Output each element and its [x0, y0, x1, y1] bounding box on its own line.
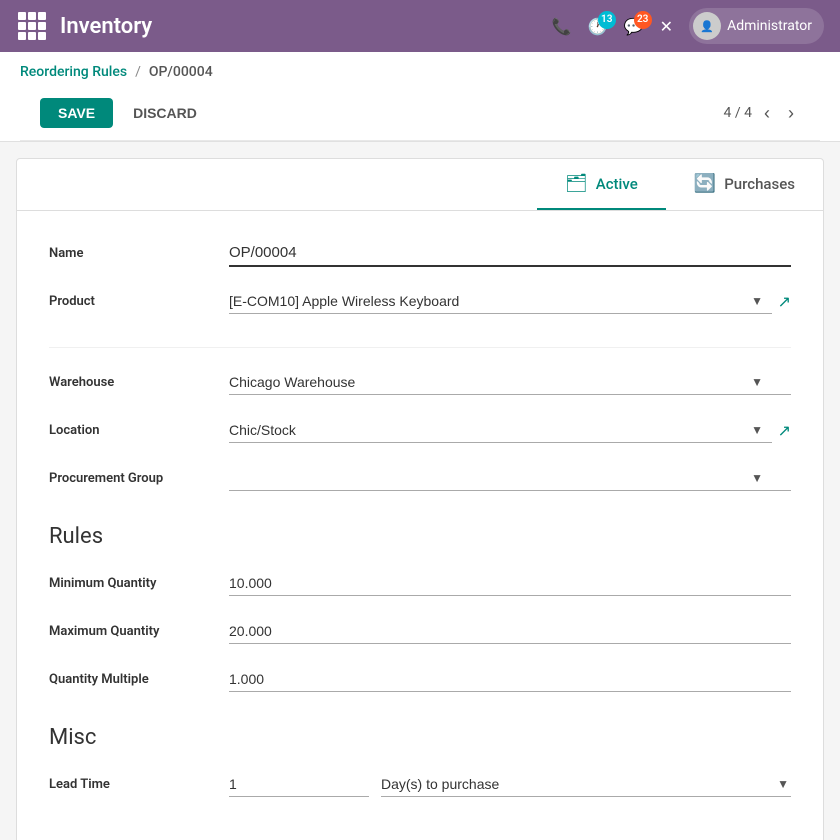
topbar-actions: 📞 🕐 13 💬 23 ✕ 👤 Administrator: [552, 8, 824, 44]
purchases-tab-label: Purchases: [724, 175, 795, 193]
procurement-select[interactable]: [229, 466, 791, 491]
max-qty-row: Maximum Quantity: [49, 613, 791, 649]
basic-section: Name Product [E-COM10] Apple Wireless Ke…: [49, 235, 791, 319]
grid-icon: [18, 12, 46, 40]
lead-time-unit-select[interactable]: Day(s) to purchase Week(s) to purchase: [381, 772, 791, 797]
product-ext-link[interactable]: ↗: [778, 292, 791, 311]
warehouse-select[interactable]: Chicago Warehouse: [229, 370, 791, 395]
breadcrumb: Reordering Rules / OP/00004: [20, 64, 820, 80]
clock-badge: 13: [598, 11, 616, 29]
avatar: 👤: [693, 12, 721, 40]
prev-page-button[interactable]: ‹: [758, 101, 776, 126]
breadcrumb-separator: /: [135, 64, 141, 80]
location-ext-link[interactable]: ↗: [778, 421, 791, 440]
min-qty-field: [229, 571, 791, 596]
qty-mult-label: Quantity Multiple: [49, 672, 229, 687]
misc-section: Misc Lead Time Day(s) to purchase Week(s…: [49, 725, 791, 802]
qty-mult-row: Quantity Multiple: [49, 661, 791, 697]
settings-icon[interactable]: ✕: [660, 17, 673, 36]
location-section: Warehouse Chicago Warehouse ▼ Location C…: [49, 364, 791, 496]
breadcrumb-bar: Reordering Rules / OP/00004 SAVE DISCARD…: [0, 52, 840, 142]
topbar: Inventory 📞 🕐 13 💬 23 ✕ 👤 Administrator: [0, 0, 840, 52]
procurement-field: ▼: [229, 466, 791, 491]
breadcrumb-current: OP/00004: [149, 64, 213, 80]
name-row: Name: [49, 235, 791, 271]
chat-badge: 23: [634, 11, 652, 29]
admin-label: Administrator: [727, 18, 812, 34]
min-qty-input[interactable]: [229, 571, 791, 596]
warehouse-field: Chicago Warehouse ▼: [229, 370, 791, 395]
name-input[interactable]: [229, 240, 791, 267]
chat-icon[interactable]: 💬 23: [624, 17, 644, 36]
lead-time-input[interactable]: [229, 772, 369, 797]
product-row: Product [E-COM10] Apple Wireless Keyboar…: [49, 283, 791, 319]
page-display: 4 / 4: [724, 105, 752, 121]
max-qty-input[interactable]: [229, 619, 791, 644]
form-body: Name Product [E-COM10] Apple Wireless Ke…: [17, 211, 823, 840]
procurement-row: Procurement Group ▼: [49, 460, 791, 496]
warehouse-label: Warehouse: [49, 375, 229, 390]
product-field: [E-COM10] Apple Wireless Keyboard ▼ ↗: [229, 289, 791, 314]
lead-time-unit-wrap: Day(s) to purchase Week(s) to purchase ▼: [381, 772, 791, 797]
divider-1: [49, 347, 791, 348]
location-label: Location: [49, 423, 229, 438]
discard-button[interactable]: DISCARD: [121, 98, 209, 128]
product-label: Product: [49, 294, 229, 309]
tab-active[interactable]: 🗂 Active: [537, 159, 666, 210]
min-qty-row: Minimum Quantity: [49, 565, 791, 601]
active-tab-icon: 🗂: [565, 173, 588, 194]
misc-heading: Misc: [49, 725, 791, 750]
lead-time-label: Lead Time: [49, 777, 229, 792]
active-tab-label: Active: [596, 175, 638, 193]
app-title: Inventory: [60, 14, 552, 39]
toolbar: SAVE DISCARD 4 / 4 ‹ ›: [20, 90, 820, 141]
max-qty-field: [229, 619, 791, 644]
location-field: Chic/Stock ▼ ↗: [229, 418, 791, 443]
location-row: Location Chic/Stock ▼ ↗: [49, 412, 791, 448]
next-page-button[interactable]: ›: [782, 101, 800, 126]
purchases-tab-icon: 🔄: [694, 173, 716, 194]
clock-icon[interactable]: 🕐 13: [588, 17, 608, 36]
phone-icon[interactable]: 📞: [552, 17, 572, 36]
main-content: 🗂 Active 🔄 Purchases Name Product: [0, 142, 840, 840]
name-label: Name: [49, 246, 229, 261]
procurement-label: Procurement Group: [49, 471, 229, 486]
product-select[interactable]: [E-COM10] Apple Wireless Keyboard: [229, 289, 772, 314]
tab-purchases[interactable]: 🔄 Purchases: [666, 159, 823, 210]
min-qty-label: Minimum Quantity: [49, 576, 229, 591]
qty-mult-input[interactable]: [229, 667, 791, 692]
save-button[interactable]: SAVE: [40, 98, 113, 128]
location-select[interactable]: Chic/Stock: [229, 418, 772, 443]
pagination: 4 / 4 ‹ ›: [724, 101, 800, 126]
admin-button[interactable]: 👤 Administrator: [689, 8, 824, 44]
warehouse-row: Warehouse Chicago Warehouse ▼: [49, 364, 791, 400]
lead-time-row: Lead Time Day(s) to purchase Week(s) to …: [49, 766, 791, 802]
rules-heading: Rules: [49, 524, 791, 549]
lead-time-field: Day(s) to purchase Week(s) to purchase ▼: [229, 772, 791, 797]
toolbar-left: SAVE DISCARD: [40, 98, 209, 128]
tab-header: 🗂 Active 🔄 Purchases: [17, 159, 823, 211]
form-card: 🗂 Active 🔄 Purchases Name Product: [16, 158, 824, 840]
breadcrumb-parent[interactable]: Reordering Rules: [20, 64, 127, 80]
qty-mult-field: [229, 667, 791, 692]
apps-menu-button[interactable]: [16, 10, 48, 42]
max-qty-label: Maximum Quantity: [49, 624, 229, 639]
rules-section: Rules Minimum Quantity Maximum Quantity …: [49, 524, 791, 697]
name-value: [229, 240, 791, 267]
